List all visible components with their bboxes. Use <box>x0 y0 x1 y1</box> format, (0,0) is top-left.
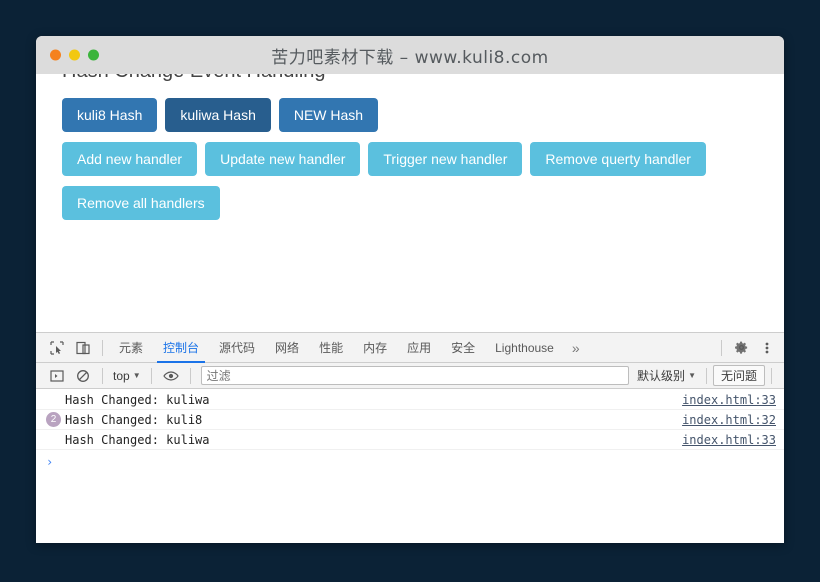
repeat-count-badge: 2 <box>46 412 61 427</box>
remove-all-handlers-button[interactable]: Remove all handlers <box>62 186 220 220</box>
tab-application[interactable]: 应用 <box>397 333 441 363</box>
tab-memory[interactable]: 内存 <box>353 333 397 363</box>
device-toolbar-icon[interactable] <box>70 336 96 360</box>
browser-window: 苦力吧素材下载 – www.kuli8.com Hash Change Even… <box>36 36 784 543</box>
execution-context-label: top <box>113 369 130 383</box>
issues-badge[interactable]: 无问题 <box>713 365 765 386</box>
log-levels-selector[interactable]: 默认级别 ▼ <box>633 367 700 384</box>
tab-elements[interactable]: 元素 <box>109 333 153 363</box>
inspect-element-icon[interactable] <box>44 336 70 360</box>
clear-console-icon[interactable] <box>70 364 96 388</box>
minimize-window-button[interactable] <box>69 50 80 61</box>
console-prompt-row[interactable]: › <box>36 450 784 474</box>
update-new-handler-button[interactable]: Update new handler <box>205 142 360 176</box>
live-expression-icon[interactable] <box>158 364 184 388</box>
hash-button-kuli8[interactable]: kuli8 Hash <box>62 98 157 132</box>
console-message-row[interactable]: Hash Changed: kuliwa index.html:33 <box>36 390 784 410</box>
console-prompt-input[interactable] <box>59 454 776 470</box>
tab-security[interactable]: 安全 <box>441 333 485 363</box>
console-message-text: Hash Changed: kuli8 <box>65 413 682 427</box>
console-toolbar-divider-3 <box>190 368 191 384</box>
console-message-row[interactable]: Hash Changed: kuliwa index.html:33 <box>36 430 784 450</box>
trigger-new-handler-button[interactable]: Trigger new handler <box>368 142 522 176</box>
console-message-text: Hash Changed: kuliwa <box>65 433 682 447</box>
tab-performance[interactable]: 性能 <box>309 333 353 363</box>
execution-context-selector[interactable]: top ▼ <box>109 369 145 383</box>
tab-sources[interactable]: 源代码 <box>209 333 265 363</box>
console-message-source-link[interactable]: index.html:32 <box>682 413 776 427</box>
console-toolbar: top ▼ 默认级别 ▼ 无问题 <box>36 363 784 389</box>
console-message-source-link[interactable]: index.html:33 <box>682 393 776 407</box>
devtools-tabbar: 元素 控制台 源代码 网络 性能 内存 应用 安全 Lighthouse » <box>36 333 784 363</box>
hash-buttons-row: kuli8 Hash kuliwa Hash NEW Hash <box>62 98 784 132</box>
window-title: 苦力吧素材下载 – www.kuli8.com <box>36 43 784 68</box>
settings-gear-icon[interactable] <box>728 336 754 360</box>
handler-buttons-row-1: Add new handler Update new handler Trigg… <box>62 142 784 176</box>
add-new-handler-button[interactable]: Add new handler <box>62 142 197 176</box>
traffic-lights <box>50 50 99 61</box>
chevron-down-icon: ▼ <box>133 371 141 380</box>
close-window-button[interactable] <box>50 50 61 61</box>
more-tabs-icon[interactable]: » <box>564 340 588 356</box>
console-message-source-link[interactable]: index.html:33 <box>682 433 776 447</box>
console-toolbar-divider-5 <box>771 368 772 384</box>
maximize-window-button[interactable] <box>88 50 99 61</box>
page-viewport: Hash Change Event Handling kuli8 Hash ku… <box>36 74 784 332</box>
console-sidebar-icon[interactable] <box>44 364 70 388</box>
log-levels-label: 默认级别 <box>637 367 685 384</box>
tab-lighthouse[interactable]: Lighthouse <box>485 333 564 363</box>
hash-button-kuliwa[interactable]: kuliwa Hash <box>165 98 270 132</box>
handler-buttons-row-2: Remove all handlers <box>62 186 784 220</box>
console-filter-input[interactable] <box>201 366 629 385</box>
remove-querty-handler-button[interactable]: Remove querty handler <box>530 142 706 176</box>
more-options-icon[interactable] <box>754 336 780 360</box>
console-message-row[interactable]: 2 Hash Changed: kuli8 index.html:32 <box>36 410 784 430</box>
toolbar-divider-right <box>721 340 722 356</box>
prompt-caret-icon: › <box>46 455 53 469</box>
page-content: kuli8 Hash kuliwa Hash NEW Hash Add new … <box>36 74 784 220</box>
devtools-panel: 元素 控制台 源代码 网络 性能 内存 应用 安全 Lighthouse » <box>36 332 784 543</box>
console-toolbar-divider-1 <box>102 368 103 384</box>
console-message-text: Hash Changed: kuliwa <box>65 393 682 407</box>
page-heading: Hash Change Event Handling <box>62 74 326 83</box>
toolbar-divider <box>102 340 103 356</box>
window-titlebar: 苦力吧素材下载 – www.kuli8.com <box>36 36 784 74</box>
console-toolbar-divider-2 <box>151 368 152 384</box>
chevron-down-icon-levels: ▼ <box>688 371 696 380</box>
hash-button-new[interactable]: NEW Hash <box>279 98 378 132</box>
console-toolbar-divider-4 <box>706 368 707 384</box>
tab-network[interactable]: 网络 <box>265 333 309 363</box>
tab-console[interactable]: 控制台 <box>153 333 209 363</box>
console-message-list: Hash Changed: kuliwa index.html:33 2 Has… <box>36 390 784 543</box>
